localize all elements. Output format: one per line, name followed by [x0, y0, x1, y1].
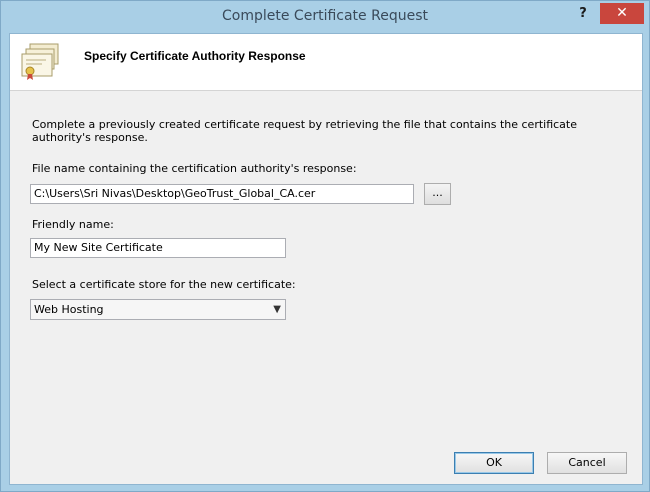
friendly-name-label: Friendly name:: [32, 218, 114, 231]
window-title: Complete Certificate Request: [222, 8, 428, 24]
close-button[interactable]: ✕: [600, 3, 644, 24]
browse-button[interactable]: ...: [424, 183, 451, 205]
dialog-header: Specify Certificate Authority Response: [10, 34, 642, 91]
chevron-down-icon: ▼: [273, 304, 281, 315]
file-name-input[interactable]: C:\Users\Sri Nivas\Desktop\GeoTrust_Glob…: [30, 184, 414, 204]
friendly-name-input[interactable]: My New Site Certificate: [30, 238, 286, 258]
help-button[interactable]: ?: [573, 5, 593, 23]
dialog-window: Complete Certificate Request ? ✕ Specify…: [0, 0, 650, 492]
title-bar[interactable]: Complete Certificate Request ? ✕: [1, 1, 649, 33]
dialog-content: Specify Certificate Authority Response C…: [9, 33, 643, 485]
page-title: Specify Certificate Authority Response: [84, 49, 306, 63]
store-label: Select a certificate store for the new c…: [32, 278, 296, 291]
certificate-store-select[interactable]: Web Hosting ▼: [30, 299, 286, 320]
description-text: Complete a previously created certificat…: [32, 118, 578, 144]
certificate-icon: [21, 43, 59, 80]
store-selected-value: Web Hosting: [34, 303, 104, 316]
file-name-label: File name containing the certification a…: [32, 162, 357, 175]
ok-button[interactable]: OK: [454, 452, 534, 474]
cancel-button[interactable]: Cancel: [547, 452, 627, 474]
